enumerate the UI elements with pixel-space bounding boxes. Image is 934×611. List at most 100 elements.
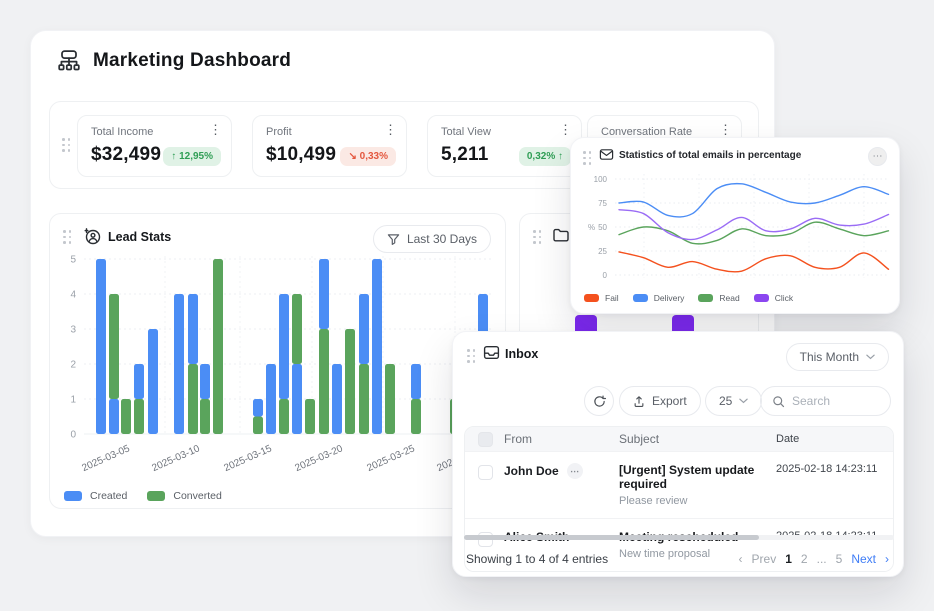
kebab-menu-icon[interactable]: ⋮	[559, 123, 572, 136]
stat-title: Total View	[441, 126, 491, 138]
email-stats-panel: Statistics of total emails in percentage…	[570, 137, 900, 314]
stat-title: Total Income	[91, 126, 153, 138]
inbox-icon	[483, 344, 500, 361]
pagination: ‹ Prev 1 2 ... 5 Next ›	[739, 552, 889, 566]
inbox-footer: Showing 1 to 4 of 4 entries ‹ Prev 1 2 .…	[466, 546, 889, 572]
email-preview: Please review	[619, 495, 776, 507]
page-button-2[interactable]: 2	[801, 552, 808, 566]
legend-swatch	[584, 294, 599, 302]
table-header-row: From Subject Date	[465, 427, 893, 451]
legend-item-read: Read	[698, 293, 739, 303]
stat-value: $10,499	[266, 144, 336, 166]
svg-text:2025-03-25: 2025-03-25	[365, 443, 417, 474]
stat-card-total-view: Total View ⋮ 5,211 0,32% ↑	[427, 115, 582, 177]
email-date: 2025-02-18 14:23:11	[776, 452, 893, 486]
legend-item-created: Created	[64, 490, 127, 502]
chevron-down-icon	[739, 398, 748, 404]
folder-icon	[552, 226, 570, 244]
legend-swatch	[698, 294, 713, 302]
drag-handle[interactable]	[533, 230, 542, 244]
svg-text:3: 3	[70, 325, 76, 336]
svg-text:2025-03-20: 2025-03-20	[293, 443, 345, 474]
page-size-button[interactable]: 25	[705, 386, 762, 416]
legend-swatch	[147, 491, 165, 501]
svg-text:5: 5	[70, 255, 76, 266]
prev-chevron[interactable]: ‹	[739, 552, 743, 566]
horizontal-scrollbar[interactable]	[464, 535, 894, 540]
stat-card-total-income: Total Income ⋮ $32,499 ↑ 12,95%	[77, 115, 232, 177]
svg-text:75: 75	[598, 199, 607, 208]
search-input[interactable]	[792, 394, 872, 408]
period-label: This Month	[800, 350, 859, 364]
page-button-5[interactable]: 5	[836, 552, 843, 566]
svg-text:0: 0	[603, 271, 608, 280]
svg-text:4: 4	[70, 290, 76, 301]
legend-label: Created	[90, 490, 127, 502]
kebab-menu-icon[interactable]: ⋮	[719, 123, 732, 136]
row-checkbox[interactable]	[478, 465, 493, 480]
trend-badge: 0,32% ↑	[519, 147, 571, 166]
legend-swatch	[64, 491, 82, 501]
inbox-panel: Inbox This Month Export 25	[452, 331, 904, 577]
refresh-icon	[593, 395, 606, 408]
column-header-date: Date	[776, 433, 893, 445]
svg-text:%: %	[588, 223, 595, 232]
search-box	[760, 386, 891, 416]
legend-label: Read	[719, 293, 739, 303]
svg-text:0: 0	[70, 430, 76, 441]
legend-item-fail: Fail	[584, 293, 619, 303]
trend-badge: ↑ 12,95%	[163, 147, 221, 166]
dashboard-canvas: Marketing Dashboard Total Income ⋮ $32,4…	[0, 0, 934, 611]
legend-label: Converted	[173, 490, 221, 502]
entries-summary: Showing 1 to 4 of 4 entries	[466, 552, 608, 566]
refresh-button[interactable]	[584, 386, 614, 416]
kebab-menu-icon[interactable]: ⋮	[384, 123, 397, 136]
stat-value: $32,499	[91, 144, 161, 166]
lead-stats-chart: 0 1 2 3 4 5 2025-03-05 2025-03-10 2025-03-15 2025…	[50, 214, 507, 510]
drag-handle[interactable]	[467, 349, 476, 363]
export-button[interactable]: Export	[619, 386, 701, 416]
period-select-button[interactable]: This Month	[786, 343, 889, 371]
next-chevron[interactable]: ›	[885, 552, 889, 566]
stat-value: 5,211	[441, 144, 489, 166]
row-menu-button[interactable]: ⋯	[567, 463, 583, 479]
kebab-menu-icon[interactable]: ⋮	[209, 123, 222, 136]
panel-title: Inbox	[505, 347, 538, 361]
svg-text:2025-03-05: 2025-03-05	[80, 443, 132, 474]
legend-item-converted: Converted	[147, 490, 221, 502]
next-button[interactable]: Next	[851, 552, 876, 566]
page-header: Marketing Dashboard	[55, 47, 291, 75]
scrollbar-thumb[interactable]	[464, 535, 759, 540]
sitemap-icon	[55, 47, 83, 75]
email-subject: [Urgent] System update required	[619, 463, 776, 491]
legend-item-delivery: Delivery	[633, 293, 685, 303]
svg-text:2: 2	[70, 360, 76, 371]
svg-text:25: 25	[598, 247, 607, 256]
svg-text:2025-03-15: 2025-03-15	[222, 443, 274, 474]
select-all-checkbox[interactable]	[478, 432, 493, 447]
trend-badge: ↘ 0,33%	[340, 147, 396, 166]
drag-handle[interactable]	[62, 138, 71, 152]
page-button-1[interactable]: 1	[785, 552, 792, 566]
legend-item-click: Click	[754, 293, 793, 303]
column-header-from: From	[504, 432, 619, 446]
lead-stats-legend: Created Converted	[64, 490, 222, 502]
legend-label: Delivery	[654, 293, 685, 303]
svg-text:1: 1	[70, 395, 76, 406]
sender-name: John Doe	[504, 464, 559, 478]
legend-swatch	[754, 294, 769, 302]
chevron-down-icon	[866, 354, 875, 360]
prev-button[interactable]: Prev	[752, 552, 777, 566]
svg-text:50: 50	[598, 223, 607, 232]
svg-text:2025-03-10: 2025-03-10	[150, 443, 202, 474]
lead-stats-panel: Lead Stats Last 30 Days 0123452025-03-05…	[49, 213, 506, 509]
page-ellipsis: ...	[817, 552, 827, 566]
page-size-label: 25	[719, 394, 732, 408]
legend-swatch	[633, 294, 648, 302]
export-icon	[633, 395, 645, 408]
stat-title: Profit	[266, 126, 292, 138]
search-icon	[772, 395, 785, 408]
column-header-subject: Subject	[619, 432, 776, 446]
table-row[interactable]: John Doe ⋯ [Urgent] System update requir…	[465, 451, 893, 518]
svg-text:100: 100	[594, 175, 608, 184]
